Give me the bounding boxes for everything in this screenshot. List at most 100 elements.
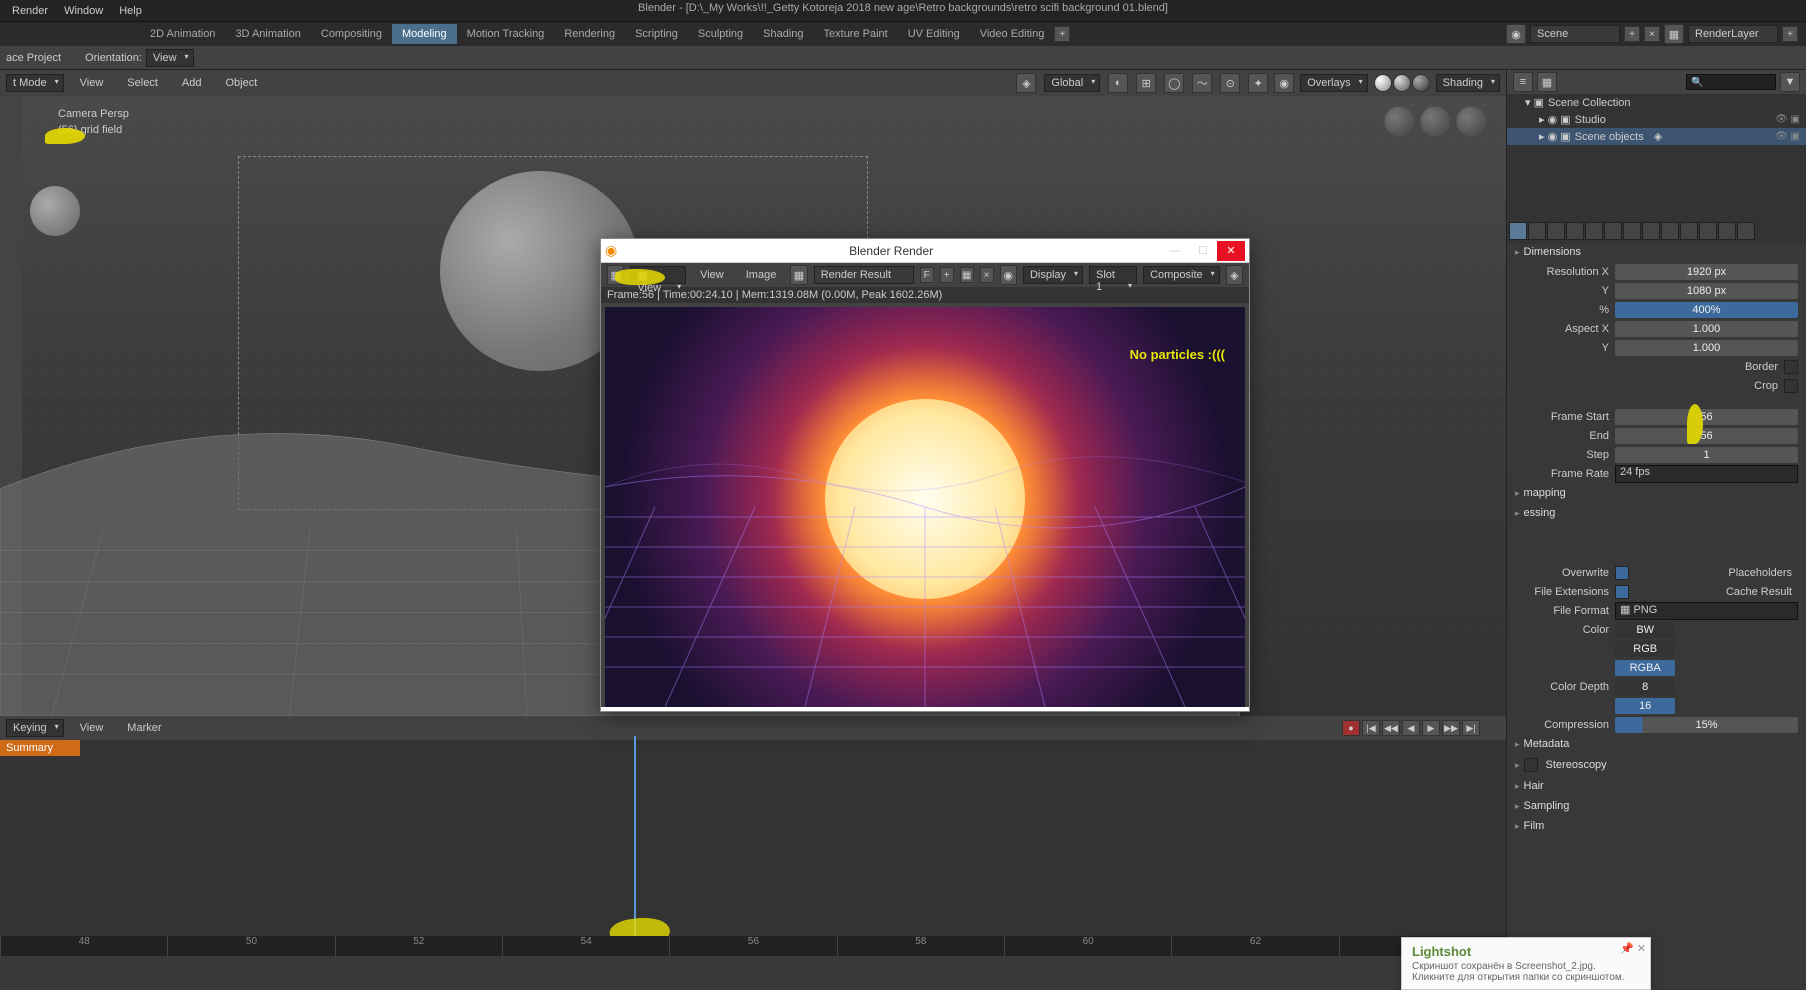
res-x-input[interactable]: 1920 px xyxy=(1615,264,1798,280)
render-result-field[interactable] xyxy=(814,266,914,284)
minimize-button[interactable]: — xyxy=(1161,241,1189,261)
ws-sculpting[interactable]: Sculpting xyxy=(688,24,753,44)
data-tab-icon[interactable] xyxy=(1699,222,1717,240)
pan-gizmo-icon[interactable] xyxy=(1420,106,1450,136)
overwrite-checkbox[interactable] xyxy=(1615,566,1629,580)
proportional-type-icon[interactable]: 〜 xyxy=(1192,73,1212,93)
timeline-ruler[interactable]: 48 50 52 54 56 58 60 62 64 xyxy=(0,936,1506,956)
ws-3d-animation[interactable]: 3D Animation xyxy=(225,24,310,44)
ws-video-editing[interactable]: Video Editing xyxy=(970,24,1055,44)
snap-icon[interactable]: ◐ xyxy=(1108,73,1128,93)
ws-scripting[interactable]: Scripting xyxy=(625,24,688,44)
scene-icon[interactable]: ◉ xyxy=(1506,24,1526,44)
overlays-toggle-icon[interactable]: ◉ xyxy=(1274,73,1294,93)
orbit-gizmo-icon[interactable] xyxy=(1384,106,1414,136)
particle-tab-icon[interactable] xyxy=(1642,222,1660,240)
frame-end-input[interactable]: 56 xyxy=(1615,428,1798,444)
ws-rendering[interactable]: Rendering xyxy=(554,24,625,44)
image-browse-icon[interactable]: ▦ xyxy=(790,265,807,285)
menu-window[interactable]: Window xyxy=(56,3,111,19)
maximize-button[interactable]: ☐ xyxy=(1189,241,1217,261)
vp-view-menu[interactable]: View xyxy=(72,75,112,91)
vp-add-menu[interactable]: Add xyxy=(174,75,210,91)
color-bw-button[interactable]: BW xyxy=(1615,622,1675,638)
jump-start-button[interactable]: |◀ xyxy=(1362,720,1380,736)
visibility-icons[interactable]: 👁 ▣ xyxy=(1775,131,1800,142)
constraint-tab-icon[interactable] xyxy=(1680,222,1698,240)
pack-button[interactable]: ▦ xyxy=(960,267,974,283)
render-titlebar[interactable]: ◉ Blender Render — ☐ ✕ xyxy=(601,239,1249,263)
keying-dropdown[interactable]: Keying xyxy=(6,719,64,737)
render-image-view[interactable]: No particles :((( xyxy=(605,307,1245,707)
scene-tab-icon[interactable] xyxy=(1566,222,1584,240)
viewlayer-tab-icon[interactable] xyxy=(1547,222,1565,240)
film-header[interactable]: Film xyxy=(1507,816,1806,836)
proportional-icon[interactable]: ◯ xyxy=(1164,73,1184,93)
keyframe-prev-button[interactable]: ◀◀ xyxy=(1382,720,1400,736)
color-manage-icon[interactable]: ◈ xyxy=(1226,265,1243,285)
shading-dropdown[interactable]: Shading xyxy=(1436,74,1500,92)
frame-step-input[interactable]: 1 xyxy=(1615,447,1798,463)
renderlayer-input[interactable] xyxy=(1688,25,1778,43)
frame-start-input[interactable]: 56 xyxy=(1615,409,1798,425)
close-button[interactable]: ✕ xyxy=(1217,241,1245,261)
aspect-y-input[interactable]: 1.000 xyxy=(1615,340,1798,356)
play-reverse-button[interactable]: ◀ xyxy=(1402,720,1420,736)
outliner-display-icon[interactable]: ▦ xyxy=(1537,72,1557,92)
scene-delete-button[interactable]: × xyxy=(1644,26,1660,42)
rw-image-menu[interactable]: Image xyxy=(738,267,785,283)
extensions-checkbox[interactable] xyxy=(1615,585,1629,599)
orientation-icon[interactable]: ◈ xyxy=(1016,73,1036,93)
tl-view-menu[interactable]: View xyxy=(72,720,112,736)
mode-dropdown[interactable]: t Mode xyxy=(6,74,64,92)
gizmo-icon[interactable]: ✦ xyxy=(1248,73,1268,93)
texture-tab-icon[interactable] xyxy=(1737,222,1755,240)
depth-16-button[interactable]: 16 xyxy=(1615,698,1675,714)
lightshot-pin-icon[interactable]: 📌 ✕ xyxy=(1620,942,1646,955)
ws-motion-tracking[interactable]: Motion Tracking xyxy=(457,24,555,44)
summary-row[interactable]: Summary xyxy=(0,740,80,756)
ws-2d-animation[interactable]: 2D Animation xyxy=(140,24,225,44)
ws-texture-paint[interactable]: Texture Paint xyxy=(814,24,898,44)
vp-select-menu[interactable]: Select xyxy=(119,75,166,91)
outliner-search-input[interactable] xyxy=(1686,74,1776,90)
overlays-dropdown[interactable]: Overlays xyxy=(1300,74,1367,92)
hair-header[interactable]: Hair xyxy=(1507,776,1806,796)
metadata-header[interactable]: Metadata xyxy=(1507,734,1806,754)
dimensions-header[interactable]: Dimensions xyxy=(1507,244,1806,262)
add-workspace-button[interactable]: + xyxy=(1054,26,1070,42)
color-rgb-button[interactable]: RGB xyxy=(1615,641,1675,657)
keyframe-next-button[interactable]: ▶▶ xyxy=(1442,720,1460,736)
wireframe-shading-icon[interactable] xyxy=(1374,74,1392,92)
render-tab-icon[interactable] xyxy=(1509,222,1527,240)
jump-end-button[interactable]: ▶| xyxy=(1462,720,1480,736)
play-button[interactable]: ▶ xyxy=(1422,720,1440,736)
orientation-dropdown[interactable]: View xyxy=(146,49,194,67)
object-tab-icon[interactable] xyxy=(1604,222,1622,240)
unlink-button[interactable]: × xyxy=(980,267,994,283)
fake-user-button[interactable]: F xyxy=(920,267,934,283)
world-tab-icon[interactable] xyxy=(1585,222,1603,240)
outliner-item-studio[interactable]: ▸ ◉ ▣ Studio 👁 ▣ xyxy=(1507,111,1806,128)
res-y-input[interactable]: 1080 px xyxy=(1615,283,1798,299)
outliner-root[interactable]: ▾ ▣ Scene Collection xyxy=(1507,94,1806,111)
compression-slider[interactable]: 15% xyxy=(1615,717,1798,733)
lightshot-notification[interactable]: 📌 ✕ Lightshot Скриншот сохранён в Screen… xyxy=(1401,937,1651,990)
aspect-x-input[interactable]: 1.000 xyxy=(1615,321,1798,337)
display-dropdown[interactable]: Display xyxy=(1023,266,1083,284)
visibility-icons[interactable]: 👁 ▣ xyxy=(1775,114,1800,125)
solid-shading-icon[interactable] xyxy=(1393,74,1411,92)
physics-tab-icon[interactable] xyxy=(1661,222,1679,240)
outliner-filter-icon[interactable]: ▼ xyxy=(1780,72,1800,92)
material-tab-icon[interactable] xyxy=(1718,222,1736,240)
ws-compositing[interactable]: Compositing xyxy=(311,24,392,44)
renderlayer-new-button[interactable]: + xyxy=(1782,26,1798,42)
remapping-header[interactable]: mapping xyxy=(1507,483,1806,503)
new-image-button[interactable]: + xyxy=(940,267,954,283)
zoom-gizmo-icon[interactable] xyxy=(1456,106,1486,136)
pivot-icon[interactable]: ⊙ xyxy=(1220,73,1240,93)
scene-name-input[interactable] xyxy=(1530,25,1620,43)
autokey-button[interactable]: ● xyxy=(1342,720,1360,736)
ws-shading[interactable]: Shading xyxy=(753,24,813,44)
composite-dropdown[interactable]: Composite xyxy=(1143,266,1220,284)
